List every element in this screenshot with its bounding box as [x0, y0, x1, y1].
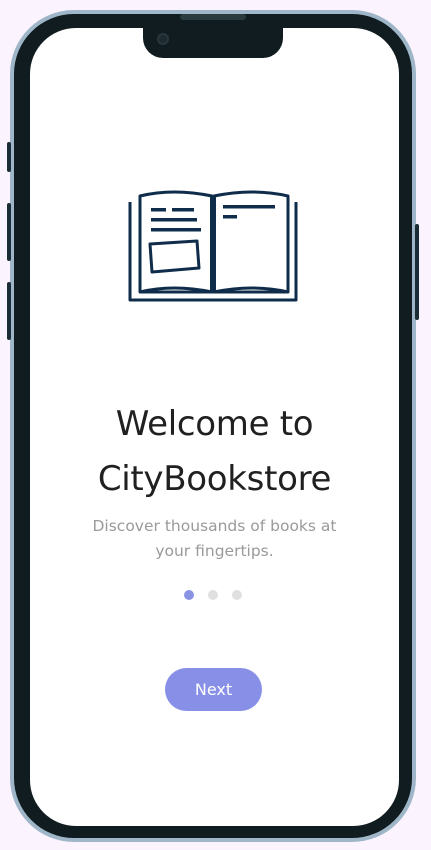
welcome-subtitle-line-1: Discover thousands of books at [92, 517, 337, 535]
page-dot-2[interactable] [208, 590, 218, 600]
welcome-title-line-1: Welcome to [115, 404, 314, 444]
page-dot-3[interactable] [232, 590, 242, 600]
welcome-subtitle-line-2: your fingertips. [155, 542, 274, 560]
page-dot-1[interactable] [184, 590, 194, 600]
next-button[interactable]: Next [165, 668, 262, 711]
front-camera [157, 33, 169, 45]
earpiece-speaker [180, 14, 246, 20]
welcome-title-line-2: CityBookstore [97, 459, 332, 499]
power-button [415, 224, 419, 320]
page-indicator [184, 590, 242, 600]
silent-switch [7, 142, 11, 172]
volume-down-button [7, 282, 11, 340]
open-book-icon [128, 190, 298, 302]
volume-up-button [7, 203, 11, 261]
